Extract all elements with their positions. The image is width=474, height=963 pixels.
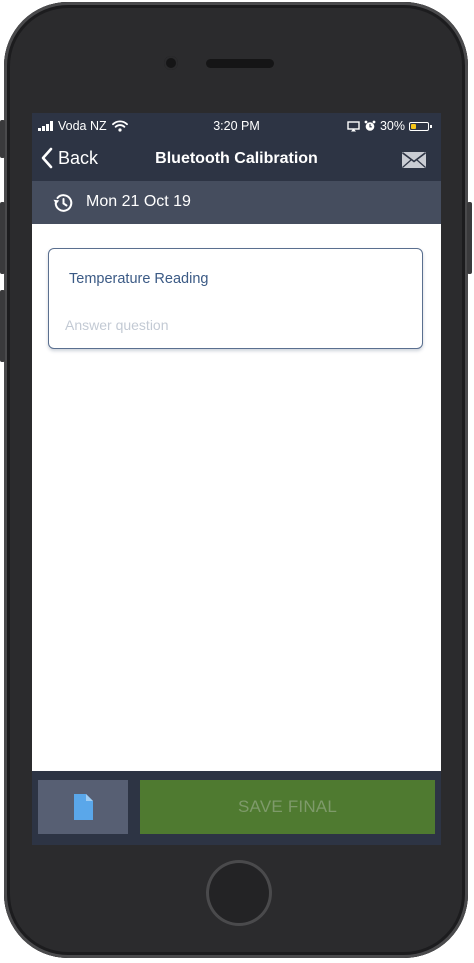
battery-percent: 30% [379,119,405,133]
volume-up-button [0,202,5,274]
envelope-icon [402,152,426,168]
document-icon [74,794,93,820]
alarm-icon [364,120,376,131]
date-bar: Mon 21 Oct 19 [32,181,441,224]
page-title: Bluetooth Calibration [155,150,318,167]
power-button [467,202,472,274]
question-card: Temperature Reading [48,248,423,349]
save-final-button[interactable]: SAVE FINAL [140,780,435,834]
document-button[interactable] [38,780,128,834]
history-icon [53,194,73,212]
screen-mirroring-icon [347,120,360,131]
bottom-toolbar: SAVE FINAL [32,771,441,845]
battery-level [411,123,416,129]
question-label: Temperature Reading [69,271,209,287]
record-date: Mon 21 Oct 19 [86,193,191,210]
status-bar: Voda NZ 3:20 PM 30% [32,113,441,139]
email-button[interactable] [401,150,427,170]
answer-input[interactable] [65,313,405,337]
earpiece-speaker [206,59,274,68]
status-right: 30% [347,119,432,133]
nav-bar: Back Bluetooth Calibration [32,139,441,181]
home-button[interactable] [206,860,272,926]
battery-icon [409,121,432,131]
app-screen: Voda NZ 3:20 PM 30% Back Bluetooth Calib… [32,113,441,845]
mute-switch [0,120,5,158]
front-camera [164,56,178,70]
volume-down-button [0,290,5,362]
